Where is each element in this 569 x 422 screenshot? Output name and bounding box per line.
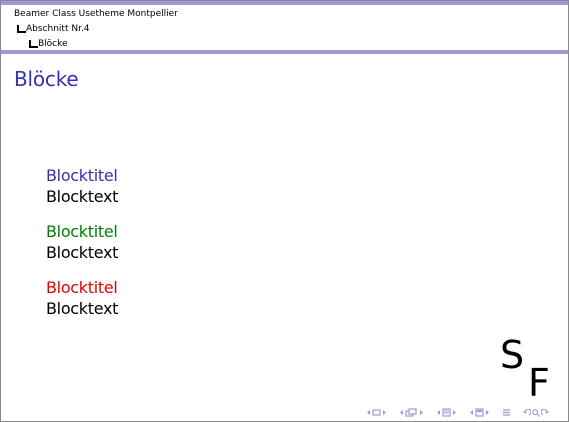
header-top-bar [1,1,568,5]
block-title: Blocktitel [46,278,118,297]
block-title: Blocktitel [46,166,118,185]
search-icon[interactable] [532,408,540,417]
nav-section-group[interactable] [436,408,457,417]
block-text: Blocktext [46,243,119,262]
logo-letter-f: F [528,361,550,405]
block-1: Blocktitel Blocktext [46,166,118,208]
beamer-navigation-bar [366,407,549,418]
frame-title: Blöcke [14,67,79,91]
nav-subsection-group[interactable] [399,408,424,417]
slide-frame [0,0,569,422]
nav-frame-icon [372,409,381,416]
nav-document-icon [475,408,484,417]
tree-section[interactable]: Abschnitt Nr.4 [14,22,178,37]
nav-document-group[interactable] [469,408,490,417]
tree-branch-icon [17,25,26,33]
tree-title[interactable]: Beamer Class Usetheme Montpellier [14,7,178,22]
nav-appendix-icon [503,409,510,416]
nav-appendix-group[interactable] [502,408,511,417]
arrow-right-icon[interactable] [452,409,457,416]
logo-letter-s: S [500,333,525,377]
block-title: Blocktitel [46,222,118,241]
arrow-right-icon[interactable] [419,409,424,416]
nav-section-icon [442,408,451,417]
block-2: Blocktitel Blocktext [46,222,118,264]
arrow-left-icon[interactable] [436,409,441,416]
nav-subsection-icon [405,408,417,417]
arrow-left-icon[interactable] [469,409,474,416]
sf-logo: S F [500,335,560,405]
block-text: Blocktext [46,299,119,318]
arrow-left-icon[interactable] [366,409,371,416]
nav-search-group[interactable] [523,408,549,417]
block-3: Blocktitel Blocktext [46,278,118,320]
undo-icon[interactable] [523,408,531,417]
tree-title-label: Beamer Class Usetheme Montpellier [14,9,178,19]
arrow-right-icon[interactable] [382,409,387,416]
tree-subsection-label: Blöcke [38,39,68,49]
header-bottom-bar [1,50,568,54]
arrow-left-icon[interactable] [399,409,404,416]
redo-icon[interactable] [541,408,549,417]
tree-branch-icon [29,40,38,48]
nav-frame-group[interactable] [366,409,387,416]
block-text: Blocktext [46,187,119,206]
tree-section-label: Abschnitt Nr.4 [26,24,90,34]
arrow-right-icon[interactable] [485,409,490,416]
header-tree: Beamer Class Usetheme Montpellier Abschn… [14,7,178,52]
